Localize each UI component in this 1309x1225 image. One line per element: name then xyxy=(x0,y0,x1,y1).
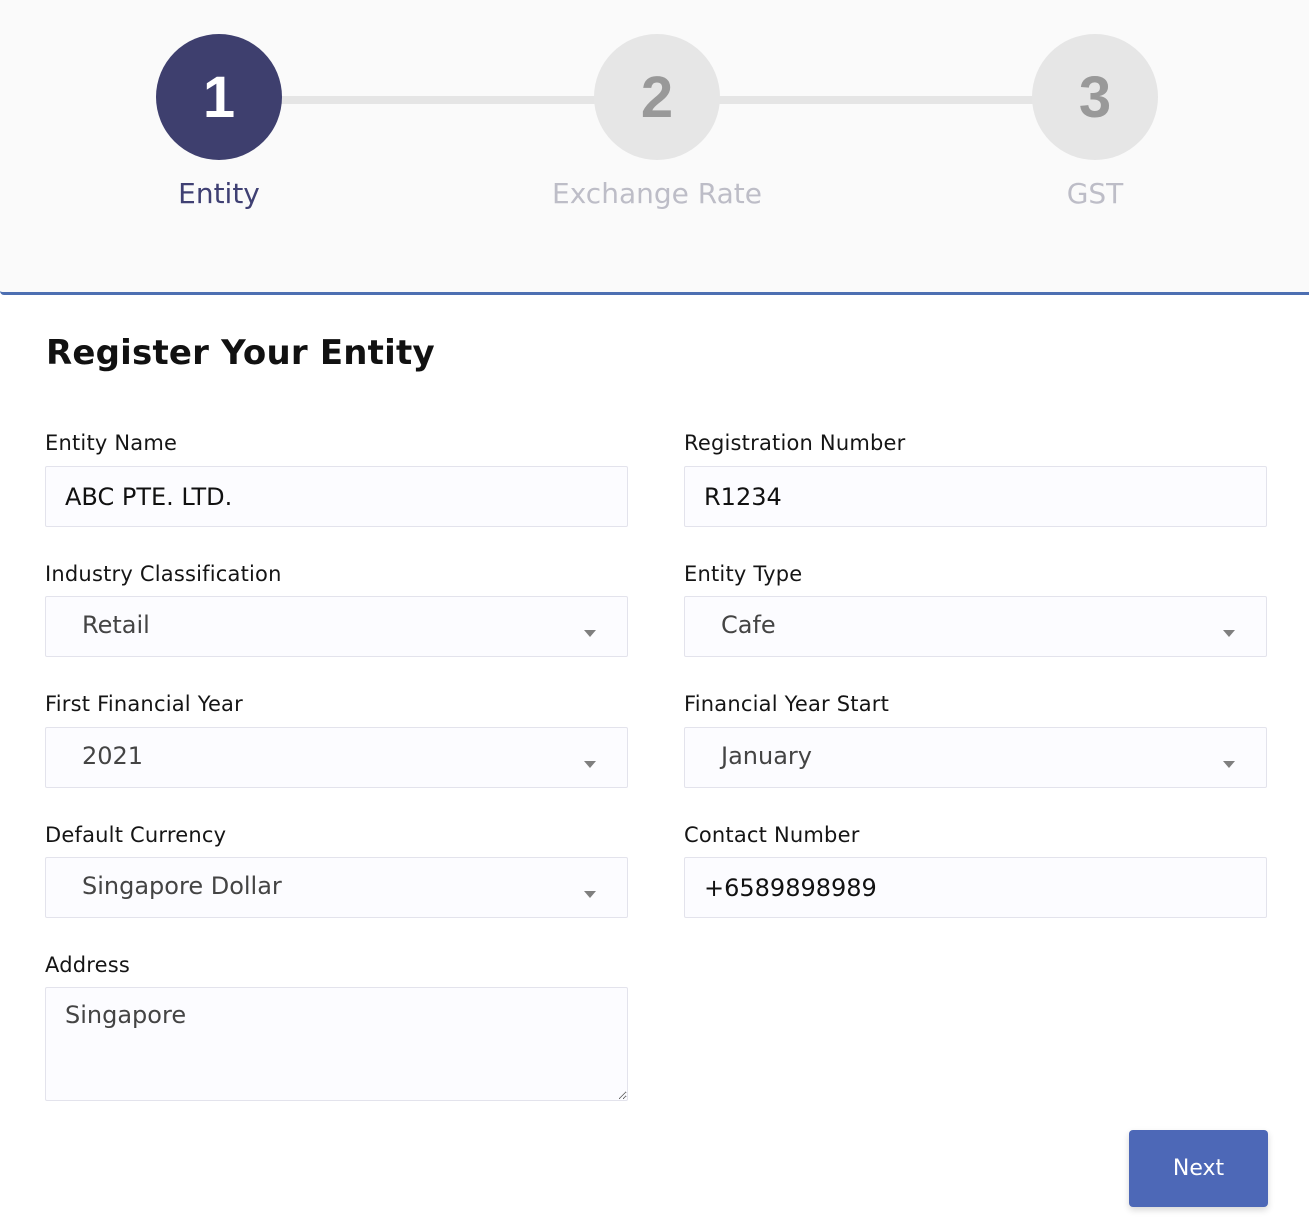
default-currency-select[interactable]: Singapore Dollar xyxy=(45,857,628,918)
financial-year-start-select[interactable]: January xyxy=(684,727,1267,788)
step-1-label: Entity xyxy=(178,177,260,210)
first-financial-year-value: 2021 xyxy=(82,741,144,770)
registration-number-label: Registration Number xyxy=(684,431,906,455)
default-currency-label: Default Currency xyxy=(45,823,227,847)
industry-classification-label: Industry Classification xyxy=(45,562,282,586)
chevron-down-icon xyxy=(584,891,596,898)
entity-name-input[interactable] xyxy=(45,466,628,527)
entity-type-label: Entity Type xyxy=(684,562,803,586)
first-financial-year-label: First Financial Year xyxy=(45,692,243,716)
address-textarea[interactable]: Singapore xyxy=(45,987,628,1101)
entity-type-value: Cafe xyxy=(721,610,776,639)
entity-type-select[interactable]: Cafe xyxy=(684,596,1267,657)
first-financial-year-select[interactable]: 2021 xyxy=(45,727,628,788)
step-1-circle[interactable]: 1 xyxy=(156,34,282,160)
next-button[interactable]: Next xyxy=(1129,1130,1268,1207)
financial-year-start-value: January xyxy=(721,741,812,770)
page-title: Register Your Entity xyxy=(46,333,435,373)
financial-year-start-label: Financial Year Start xyxy=(684,692,890,716)
progress-stepper: 1 2 3 Entity Exchange Rate GST xyxy=(0,0,1309,295)
chevron-down-icon xyxy=(1223,630,1235,637)
registration-number-input[interactable] xyxy=(684,466,1267,527)
entity-name-label: Entity Name xyxy=(45,431,178,455)
contact-number-label: Contact Number xyxy=(684,823,860,847)
industry-classification-select[interactable]: Retail xyxy=(45,596,628,657)
step-connector-1-2 xyxy=(270,96,610,104)
step-connector-2-3 xyxy=(708,96,1048,104)
step-3-label: GST xyxy=(1066,177,1124,210)
step-2-label: Exchange Rate xyxy=(552,177,762,210)
chevron-down-icon xyxy=(1223,761,1235,768)
chevron-down-icon xyxy=(584,761,596,768)
step-2-circle[interactable]: 2 xyxy=(594,34,720,160)
default-currency-value: Singapore Dollar xyxy=(82,871,282,900)
address-label: Address xyxy=(45,953,131,977)
step-3-circle[interactable]: 3 xyxy=(1032,34,1158,160)
chevron-down-icon xyxy=(584,630,596,637)
contact-number-input[interactable] xyxy=(684,857,1267,918)
industry-classification-value: Retail xyxy=(82,610,150,639)
